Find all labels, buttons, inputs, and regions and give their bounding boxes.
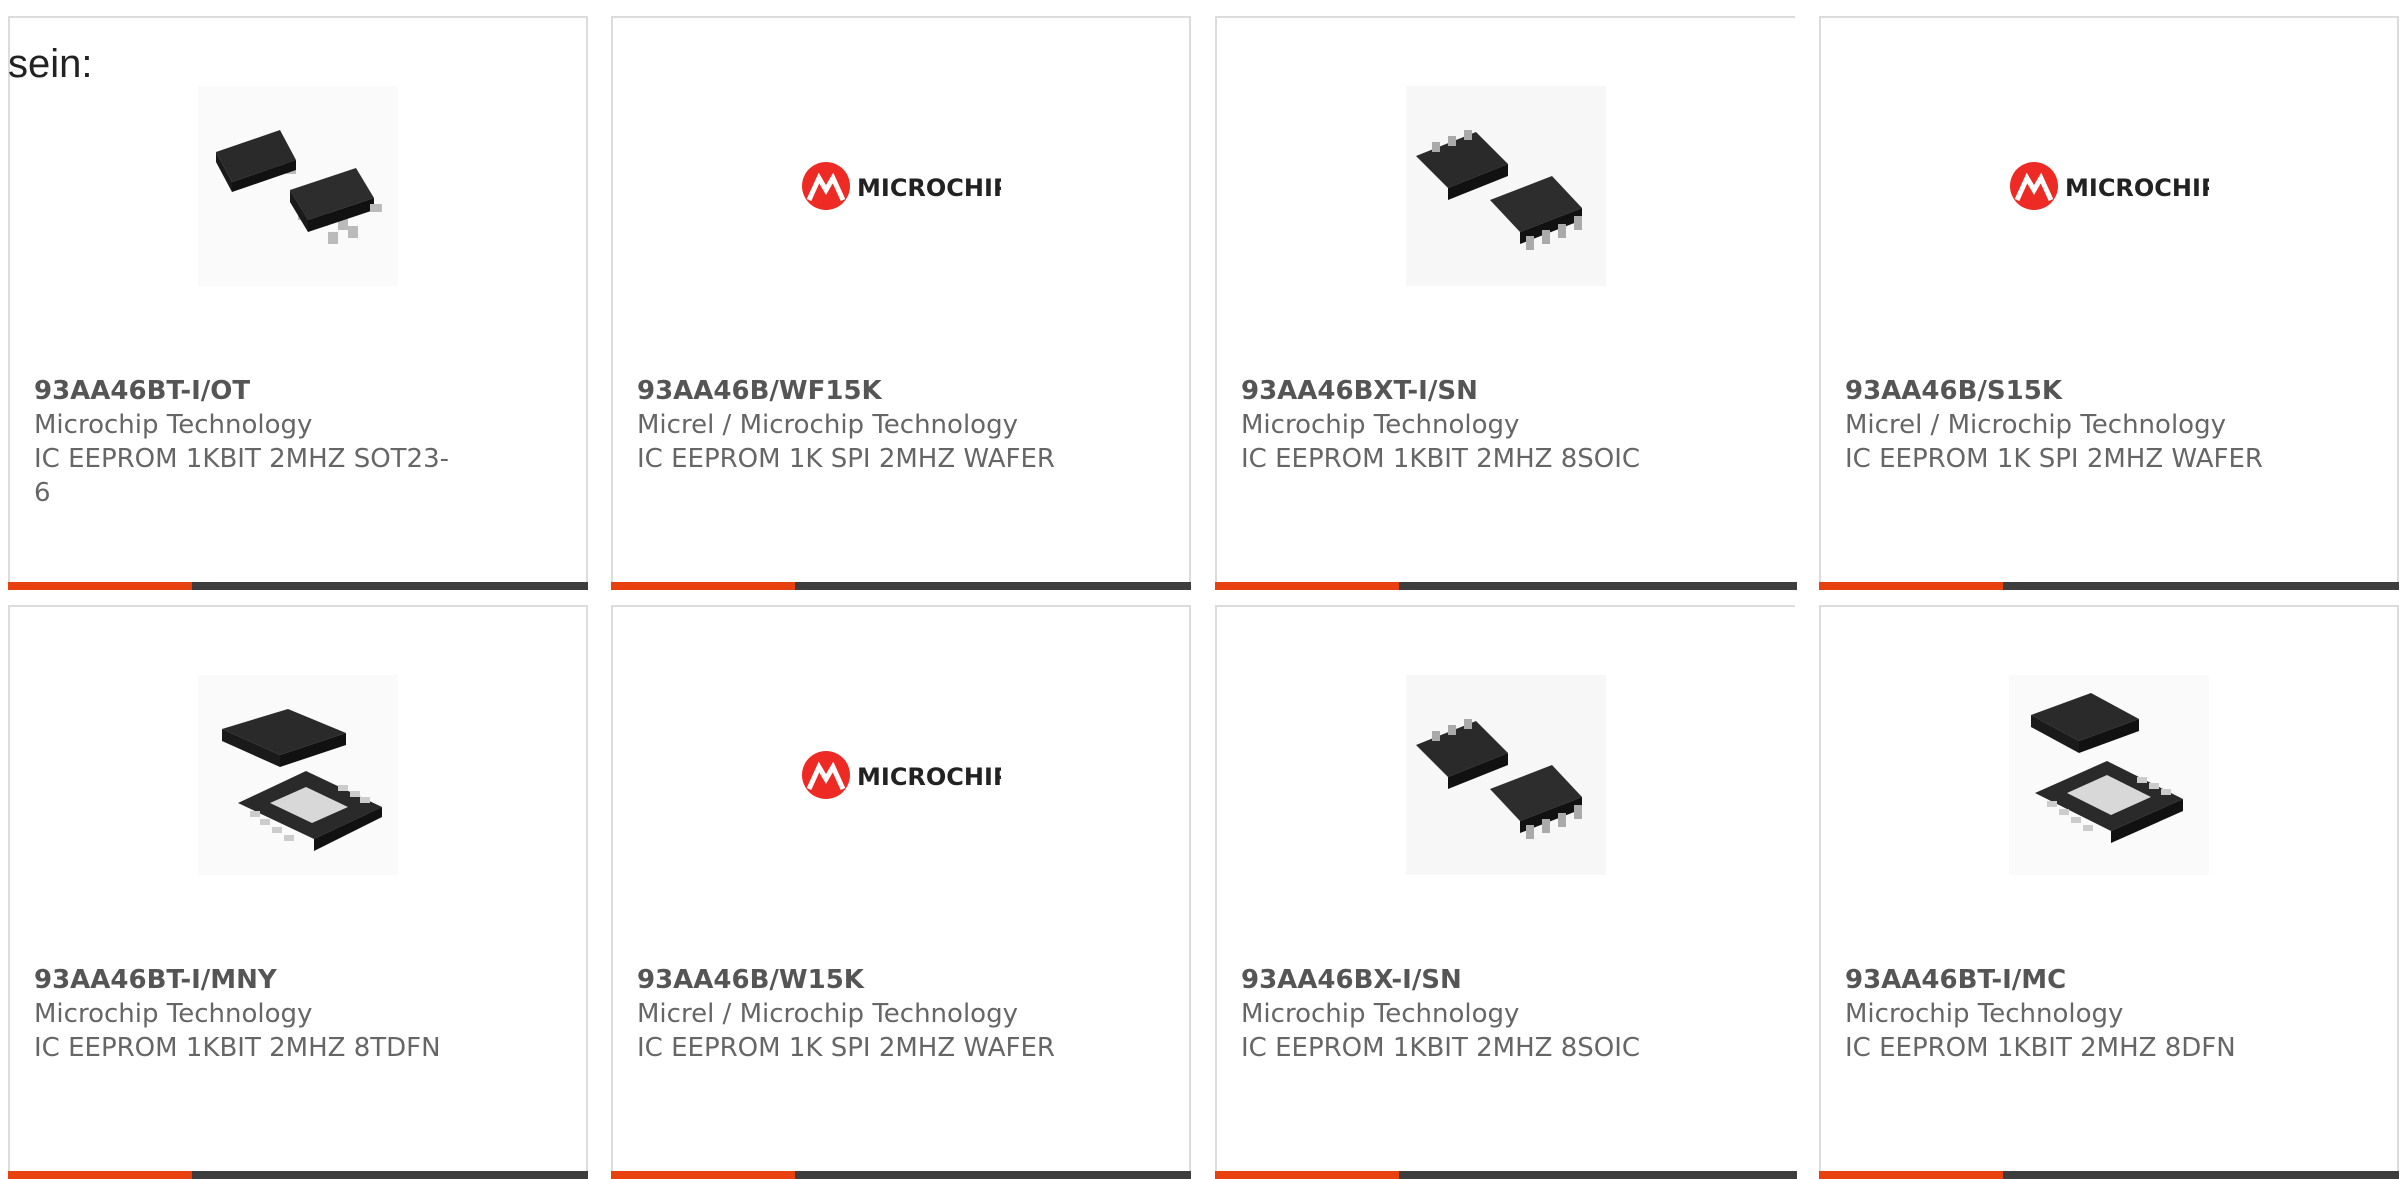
product-card[interactable]: 93AA46BT-I/MNY Microchip Technology IC E… [8,605,588,1179]
product-card[interactable]: 93AA46BT-I/MC Microchip Technology IC EE… [1819,605,2399,1179]
brand-logo-text: MICROCHIP [857,174,1001,202]
manufacturer: Microchip Technology [34,999,313,1029]
card-bottom-bar [1819,582,2399,590]
part-number[interactable]: 93AA46BXT-I/SN [1241,374,1661,408]
microchip-logo-icon: MICROCHIP [2009,86,2209,286]
product-card[interactable]: MICROCHIP 93AA46B/S15K Micrel / Microchi… [1819,16,2399,590]
tdfn8-chip-icon [198,675,398,875]
card-bottom-bar [1215,1171,1797,1179]
card-bottom-bar [611,582,1191,590]
part-number[interactable]: 93AA46B/W15K [637,963,1057,997]
manufacturer: Micrel / Microchip Technology [637,410,1018,440]
description: IC EEPROM 1KBIT 2MHZ 8TDFN [34,1033,441,1063]
manufacturer: Microchip Technology [34,410,313,440]
sot23-6-chip-icon [198,86,398,286]
description: IC EEPROM 1K SPI 2MHZ WAFER [1845,444,2263,474]
part-number[interactable]: 93AA46BT-I/OT [34,374,454,408]
card-bottom-bar [1215,582,1797,590]
manufacturer: Microchip Technology [1241,410,1520,440]
description: IC EEPROM 1KBIT 2MHZ 8SOIC [1241,444,1641,474]
microchip-logo-icon: MICROCHIP [801,675,1001,875]
manufacturer: Micrel / Microchip Technology [637,999,1018,1029]
manufacturer: Microchip Technology [1845,999,2124,1029]
part-number[interactable]: 93AA46BT-I/MC [1845,963,2265,997]
brand-logo-text: MICROCHIP [2065,174,2209,202]
card-bottom-bar [8,582,588,590]
part-number[interactable]: 93AA46B/WF15K [637,374,1057,408]
brand-logo-text: MICROCHIP [857,763,1001,791]
product-card[interactable]: MICROCHIP 93AA46B/W15K Micrel / Microchi… [611,605,1191,1179]
soic8-chip-icon [1406,675,1606,875]
part-number[interactable]: 93AA46BX-I/SN [1241,963,1661,997]
soic8-chip-icon [1406,86,1606,286]
part-number[interactable]: 93AA46B/S15K [1845,374,2265,408]
product-card[interactable]: 93AA46BT-I/OT Microchip Technology IC EE… [8,16,588,590]
card-bottom-bar [8,1171,588,1179]
description: IC EEPROM 1K SPI 2MHZ WAFER [637,1033,1055,1063]
part-number[interactable]: 93AA46BT-I/MNY [34,963,454,997]
card-bottom-bar [1819,1171,2399,1179]
dfn8-chip-icon [2009,675,2209,875]
description: IC EEPROM 1K SPI 2MHZ WAFER [637,444,1055,474]
manufacturer: Micrel / Microchip Technology [1845,410,2226,440]
microchip-logo-icon: MICROCHIP [801,86,1001,286]
product-card[interactable]: MICROCHIP 93AA46B/WF15K Micrel / Microch… [611,16,1191,590]
product-card[interactable]: 93AA46BXT-I/SN Microchip Technology IC E… [1215,16,1797,590]
manufacturer: Microchip Technology [1241,999,1520,1029]
card-bottom-bar [611,1171,1191,1179]
description: IC EEPROM 1KBIT 2MHZ 8SOIC [1241,1033,1641,1063]
intro-text: sein: [8,42,93,86]
product-card[interactable]: 93AA46BX-I/SN Microchip Technology IC EE… [1215,605,1797,1179]
description: IC EEPROM 1KBIT 2MHZ SOT23-6 [34,444,450,508]
description: IC EEPROM 1KBIT 2MHZ 8DFN [1845,1033,2236,1063]
